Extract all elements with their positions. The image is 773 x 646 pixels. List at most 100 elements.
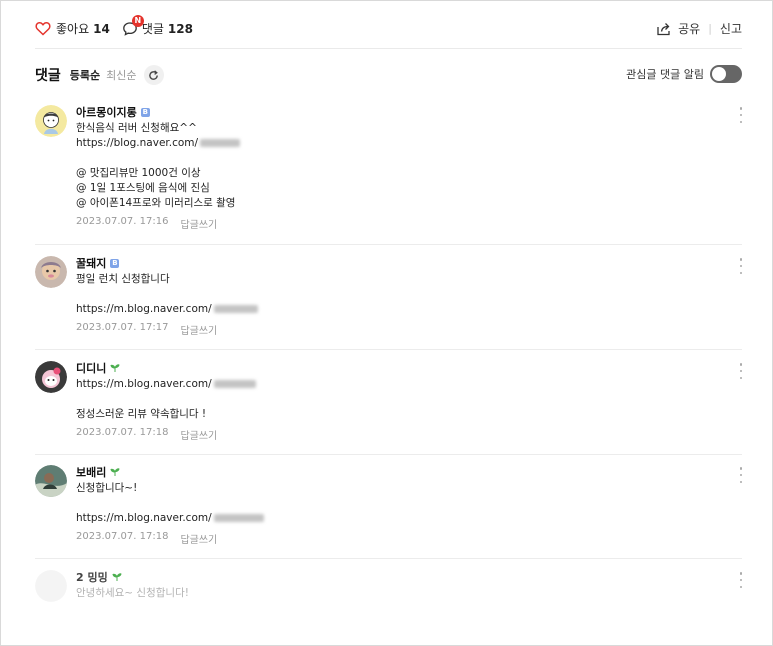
comment-meta: 2023.07.07. 17:16 답글쓰기: [76, 216, 722, 231]
comment-line: @ 1일 1포스팅에 음식에 진심: [76, 182, 210, 194]
comment-item: 아르몽이지롱 B 한식음식 러버 신청해요^^ https://blog.nav…: [35, 105, 745, 245]
comment-body: 아르몽이지롱 B 한식음식 러버 신청해요^^ https://blog.nav…: [76, 105, 722, 231]
reply-button[interactable]: 답글쓰기: [180, 216, 217, 231]
comment-line: 정성스러운 리뷰 약속합니다 !: [76, 408, 207, 420]
comment-alarm: 관심글 댓글 알림: [626, 65, 742, 83]
like-button[interactable]: 좋아요 14: [35, 20, 110, 37]
comment-meta: 2023.07.07. 17:17 답글쓰기: [76, 322, 722, 337]
reply-button[interactable]: 답글쓰기: [180, 322, 217, 337]
comment-link[interactable]: https://m.blog.naver.com/: [76, 377, 722, 392]
blurred-id: [213, 514, 264, 522]
like-count: 14: [93, 21, 110, 36]
comment-line: 평일 런치 신청합니다: [76, 273, 170, 285]
sprout-icon: [110, 364, 120, 372]
comment-text: https://m.blog.naver.com/ 정성스러운 리뷰 약속합니다…: [76, 377, 722, 422]
avatar[interactable]: [35, 256, 67, 288]
reply-button[interactable]: 답글쓰기: [180, 427, 217, 442]
comment-author[interactable]: 보배리: [76, 465, 722, 479]
comment-body: 디디니 https://m.blog.naver.com/ 정성스러운 리뷰 약…: [76, 361, 722, 442]
comment-date: 2023.07.07. 17:18: [76, 427, 169, 438]
comment-link-text[interactable]: https://blog.naver.com/: [76, 137, 198, 149]
more-vertical-icon[interactable]: [737, 570, 745, 590]
comment-link-text[interactable]: https://m.blog.naver.com/: [76, 303, 212, 315]
comment-body: 2 밍밍 안녕하세요~ 신청합니다!: [76, 570, 722, 601]
comment-item: 꿀돼지 B 평일 런치 신청합니다 https://m.blog.naver.c…: [35, 256, 745, 350]
comment-author[interactable]: 2 밍밍: [76, 570, 722, 584]
divider: |: [708, 22, 712, 35]
comment-link-text[interactable]: https://m.blog.naver.com/: [76, 378, 212, 390]
more-vertical-icon[interactable]: [737, 256, 745, 276]
comment-body: 보배리 신청합니다~! https://m.blog.naver.com/ 20…: [76, 465, 722, 546]
comment-header: 댓글 등록순 최신순 관심글 댓글 알림: [35, 63, 742, 87]
blurred-id: [213, 380, 256, 388]
comment-count-button[interactable]: N 댓글 128: [122, 15, 193, 37]
sprout-icon: [110, 468, 120, 476]
avatar[interactable]: [35, 105, 67, 137]
comment-section-title: 댓글: [35, 68, 61, 84]
comment-line: 신청합니다~!: [76, 482, 138, 494]
comment-date: 2023.07.07. 17:16: [76, 216, 169, 227]
reply-button[interactable]: 답글쓰기: [180, 531, 217, 546]
heart-outline-icon: [35, 21, 51, 36]
avatar[interactable]: [35, 570, 67, 602]
comment-meta: 2023.07.07. 17:18 답글쓰기: [76, 531, 722, 546]
comment-link[interactable]: https://blog.naver.com/: [76, 136, 722, 151]
avatar[interactable]: [35, 465, 67, 497]
refresh-button[interactable]: [143, 65, 164, 85]
nickname[interactable]: 아르몽이지롱: [76, 104, 137, 120]
more-vertical-icon[interactable]: [737, 465, 745, 485]
comment-item: 2 밍밍 안녕하세요~ 신청합니다!: [35, 570, 745, 630]
comment-author[interactable]: 디디니: [76, 361, 722, 375]
reaction-bar: 좋아요 14 N 댓글 128 공유 | 신고: [35, 11, 742, 49]
comment-line: @ 아이폰14프로와 미러리스로 촬영: [76, 197, 236, 209]
refresh-icon: [149, 69, 158, 80]
comment-item: 보배리 신청합니다~! https://m.blog.naver.com/ 20…: [35, 465, 745, 559]
report-button[interactable]: 신고: [720, 20, 742, 37]
comment-text: 안녕하세요~ 신청합니다!: [76, 586, 722, 601]
reaction-group: 좋아요 14 N 댓글 128: [35, 15, 193, 37]
blog-badge-icon: B: [140, 107, 150, 117]
comment-meta: 2023.07.07. 17:18 답글쓰기: [76, 427, 722, 442]
comment-count: 128: [167, 21, 193, 36]
alarm-label: 관심글 댓글 알림: [626, 68, 704, 81]
comment-line: 한식음식 러버 신청해요^^: [76, 122, 197, 134]
comment-body: 꿀돼지 B 평일 런치 신청합니다 https://m.blog.naver.c…: [76, 256, 722, 337]
comment-author[interactable]: 꿀돼지 B: [76, 256, 722, 270]
comment-item: 디디니 https://m.blog.naver.com/ 정성스러운 리뷰 약…: [35, 361, 745, 455]
sort-registered-tab[interactable]: 등록순: [70, 67, 100, 83]
new-badge: N: [131, 15, 144, 27]
blog-badge-icon: B: [110, 258, 120, 268]
comment-date: 2023.07.07. 17:17: [76, 322, 169, 333]
alarm-toggle[interactable]: [710, 65, 742, 83]
nickname[interactable]: 꿀돼지: [76, 255, 106, 271]
comment-text: 평일 런치 신청합니다 https://m.blog.naver.com/: [76, 272, 722, 317]
more-vertical-icon[interactable]: [737, 361, 745, 381]
share-label: 공유: [678, 22, 701, 36]
more-vertical-icon[interactable]: [737, 105, 745, 125]
comment-label: 댓글: [141, 22, 164, 36]
share-icon: [657, 22, 670, 35]
share-button[interactable]: 공유: [656, 20, 700, 37]
sprout-icon: [112, 573, 122, 581]
comment-line: @ 맛집리뷰만 1000건 이상: [76, 167, 201, 179]
comment-panel: 좋아요 14 N 댓글 128 공유 | 신고 댓글 등록순 최신순 관심글 댓…: [0, 0, 773, 646]
comment-link[interactable]: https://m.blog.naver.com/: [76, 511, 722, 526]
nickname[interactable]: 보배리: [76, 464, 106, 480]
action-group: 공유 | 신고: [656, 20, 742, 37]
comment-date: 2023.07.07. 17:18: [76, 531, 169, 542]
comment-text: 한식음식 러버 신청해요^^ https://blog.naver.com/ @…: [76, 121, 722, 211]
comment-author[interactable]: 아르몽이지롱 B: [76, 105, 722, 119]
avatar[interactable]: [35, 361, 67, 393]
comment-link[interactable]: https://m.blog.naver.com/: [76, 302, 722, 317]
nickname[interactable]: 디디니: [76, 360, 106, 376]
toggle-knob: [712, 67, 726, 81]
sort-latest-tab[interactable]: 최신순: [106, 67, 136, 83]
like-label: 좋아요: [56, 22, 90, 36]
comment-text: 신청합니다~! https://m.blog.naver.com/: [76, 481, 722, 526]
comment-link-text[interactable]: https://m.blog.naver.com/: [76, 512, 212, 524]
nickname[interactable]: 2 밍밍: [76, 569, 108, 585]
blurred-id: [213, 305, 258, 313]
